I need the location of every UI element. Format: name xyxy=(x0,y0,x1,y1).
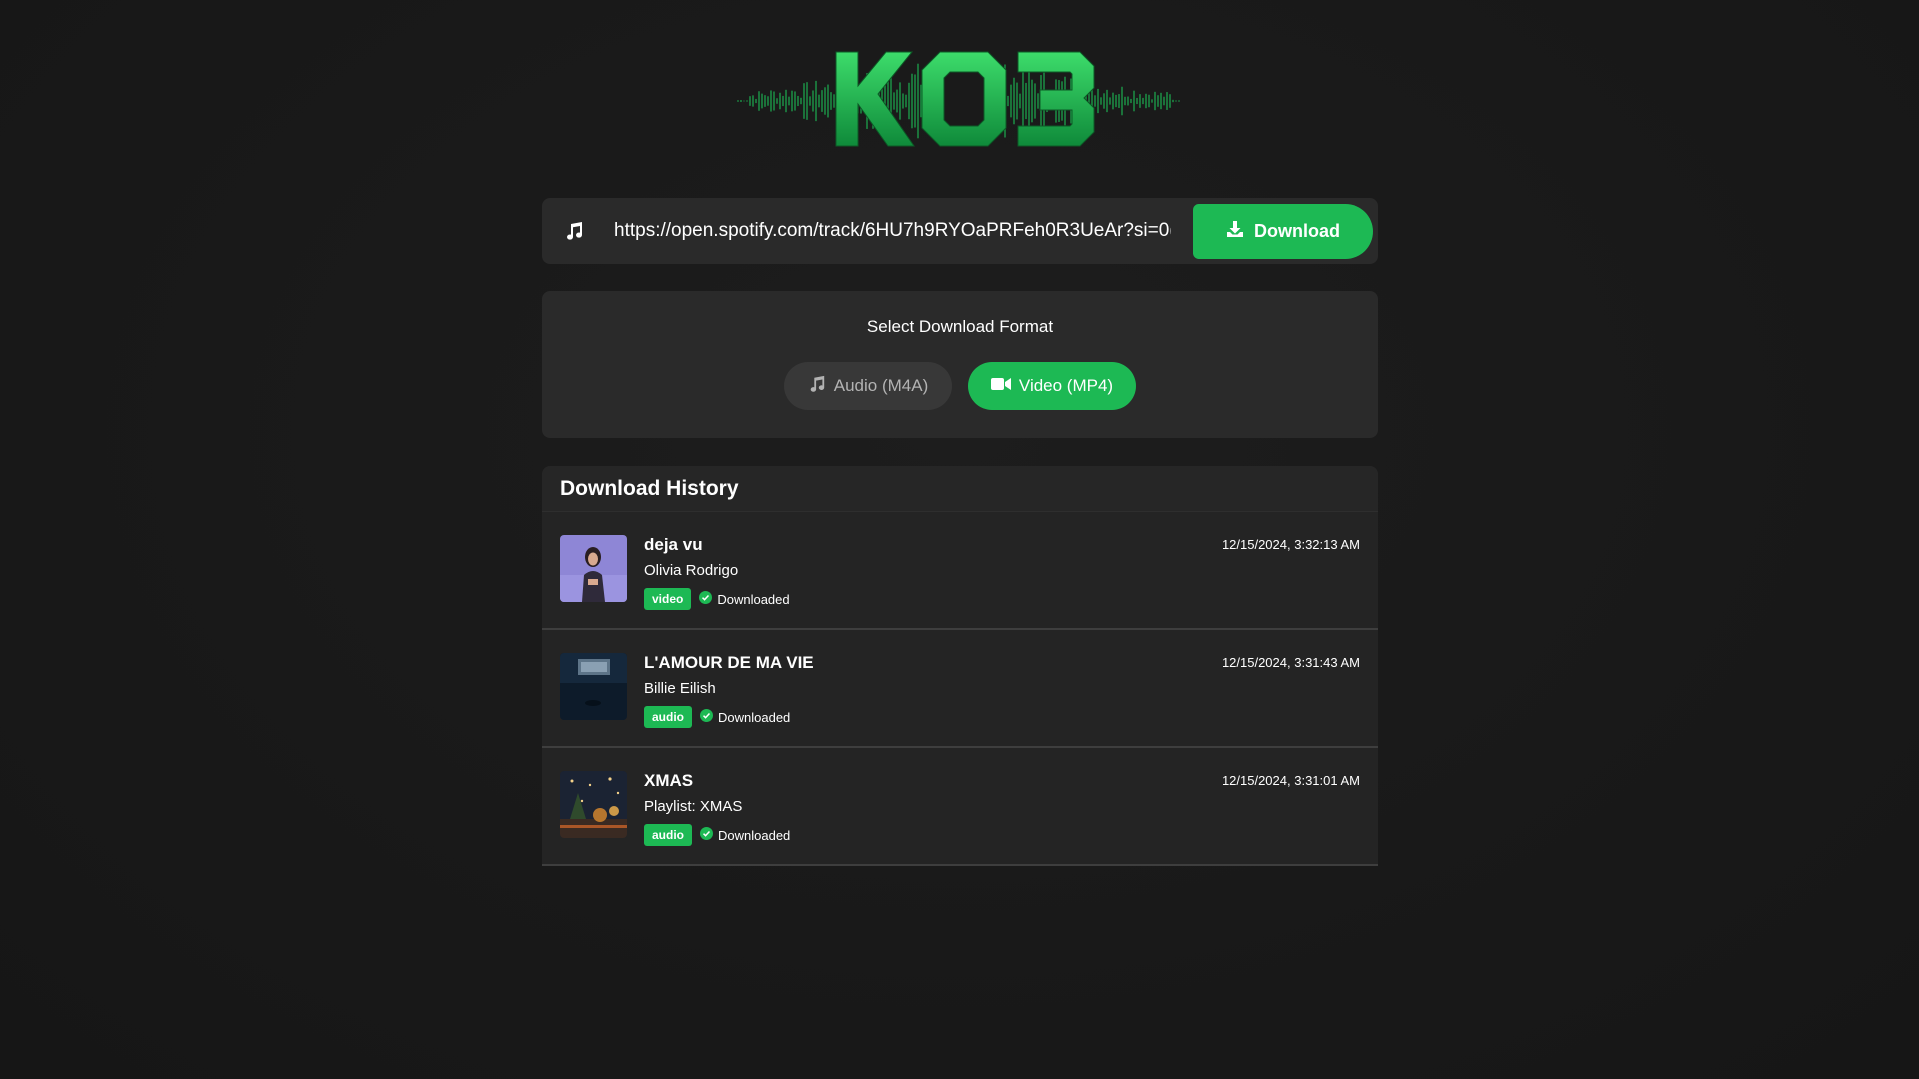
item-subtitle: Playlist: XMAS xyxy=(644,798,743,815)
item-timestamp: 12/15/2024, 3:31:01 AM xyxy=(1221,773,1360,788)
item-meta: audio Downloaded xyxy=(644,824,790,846)
download-history: Download History deja vu Olivia Rodrigo … xyxy=(542,466,1378,866)
history-item[interactable]: deja vu Olivia Rodrigo video Downloaded … xyxy=(542,512,1378,630)
status: Downloaded xyxy=(700,709,790,725)
video-format-label: Video (MP4) xyxy=(1018,376,1114,395)
video-format-button[interactable]: Video (MP4) xyxy=(968,362,1136,410)
item-title: deja vu xyxy=(644,535,703,554)
type-badge: audio xyxy=(644,706,692,728)
status-label: Downloaded xyxy=(718,709,791,725)
history-title: Download History xyxy=(542,466,1378,512)
item-timestamp: 12/15/2024, 3:31:43 AM xyxy=(1221,655,1360,670)
check-circle-icon xyxy=(699,591,713,607)
status-label: Downloaded xyxy=(717,591,790,607)
page: Download Select Download Format Audio (M… xyxy=(0,0,1919,1079)
status: Downloaded xyxy=(700,827,790,843)
check-circle-icon xyxy=(700,827,713,843)
video-camera-icon xyxy=(990,376,1011,397)
url-input[interactable] xyxy=(610,211,1175,251)
logo-waveform-icon xyxy=(737,51,1180,147)
logo xyxy=(736,44,1182,158)
album-art-thumbnail xyxy=(560,771,627,838)
format-panel: Select Download Format Audio (M4A) Video… xyxy=(542,291,1378,438)
music-note-icon xyxy=(808,375,826,398)
download-button-label: Download xyxy=(1254,220,1340,241)
item-artist: Olivia Rodrigo xyxy=(644,562,739,579)
type-badge: video xyxy=(644,588,692,610)
format-title: Select Download Format xyxy=(866,317,1054,336)
status-label: Downloaded xyxy=(718,827,791,843)
item-title: XMAS xyxy=(644,771,694,790)
download-icon xyxy=(1226,220,1244,243)
download-button[interactable]: Download xyxy=(1193,203,1373,259)
url-bar: Download xyxy=(542,198,1378,264)
music-note-icon xyxy=(546,221,602,241)
album-art-thumbnail xyxy=(560,535,627,602)
item-meta: audio Downloaded xyxy=(644,706,790,728)
item-timestamp: 12/15/2024, 3:32:13 AM xyxy=(1221,537,1360,552)
audio-format-button[interactable]: Audio (M4A) xyxy=(784,362,952,410)
status: Downloaded xyxy=(699,591,790,607)
item-title: L'AMOUR DE MA VIE xyxy=(644,653,814,672)
format-options: Audio (M4A) Video (MP4) xyxy=(542,362,1378,410)
check-circle-icon xyxy=(700,709,713,725)
item-meta: video Downloaded xyxy=(644,588,790,610)
type-badge: audio xyxy=(644,824,692,846)
history-item[interactable]: XMAS Playlist: XMAS audio Downloaded 12/… xyxy=(542,748,1378,866)
item-artist: Billie Eilish xyxy=(644,680,716,697)
history-item[interactable]: L'AMOUR DE MA VIE Billie Eilish audio Do… xyxy=(542,630,1378,748)
audio-format-label: Audio (M4A) xyxy=(833,376,929,395)
album-art-thumbnail xyxy=(560,653,627,720)
